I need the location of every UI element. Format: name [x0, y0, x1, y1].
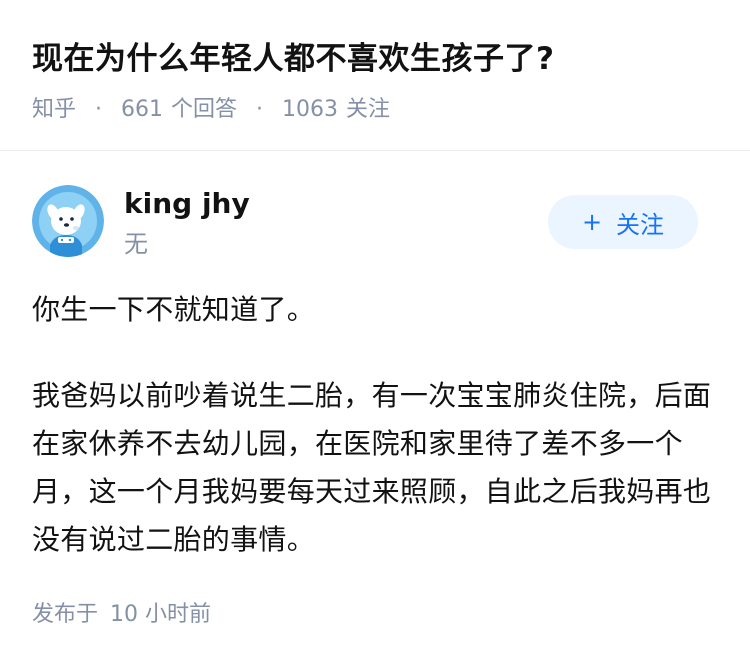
publish-time-value: 10 小时前	[110, 602, 212, 627]
answer-paragraph: 你生一下不就知道了。	[32, 293, 316, 326]
answer-paragraph: 我爸妈以前吵着说生二胎，有一次宝宝肺炎住院，后面在家休养不去幼儿园，在医院和家里…	[32, 379, 712, 556]
author-avatar[interactable]	[32, 185, 104, 257]
meta-separator: ·	[95, 97, 103, 122]
cartoon-dog-avatar-icon	[32, 185, 104, 257]
follow-button[interactable]: + 关注	[548, 195, 698, 249]
follow-button-label: 关注	[616, 210, 665, 239]
publish-label: 发布于	[32, 602, 99, 627]
plus-icon: +	[581, 208, 603, 236]
answer-count: 661	[121, 97, 164, 122]
question-title[interactable]: 现在为什么年轻人都不喜欢生孩子了?	[32, 34, 554, 84]
answer-content: 你生一下不就知道了。 我爸妈以前吵着说生二胎，有一次宝宝肺炎住院，后面在家休养不…	[32, 286, 722, 564]
answer-count-label: 个回答	[171, 97, 238, 122]
follower-count-label: 关注	[346, 97, 391, 122]
author-name[interactable]: king jhy	[124, 184, 250, 224]
author-bio: 无	[124, 230, 148, 258]
follower-count: 1063	[282, 97, 339, 122]
source-label[interactable]: 知乎	[32, 97, 76, 122]
publish-time: 发布于 10 小时前	[32, 597, 211, 633]
question-header: 现在为什么年轻人都不喜欢生孩子了? 知乎 · 661 个回答 · 1063 关注	[0, 0, 750, 151]
question-meta: 知乎 · 661 个回答 · 1063 关注	[32, 92, 390, 128]
meta-separator: ·	[256, 97, 264, 122]
